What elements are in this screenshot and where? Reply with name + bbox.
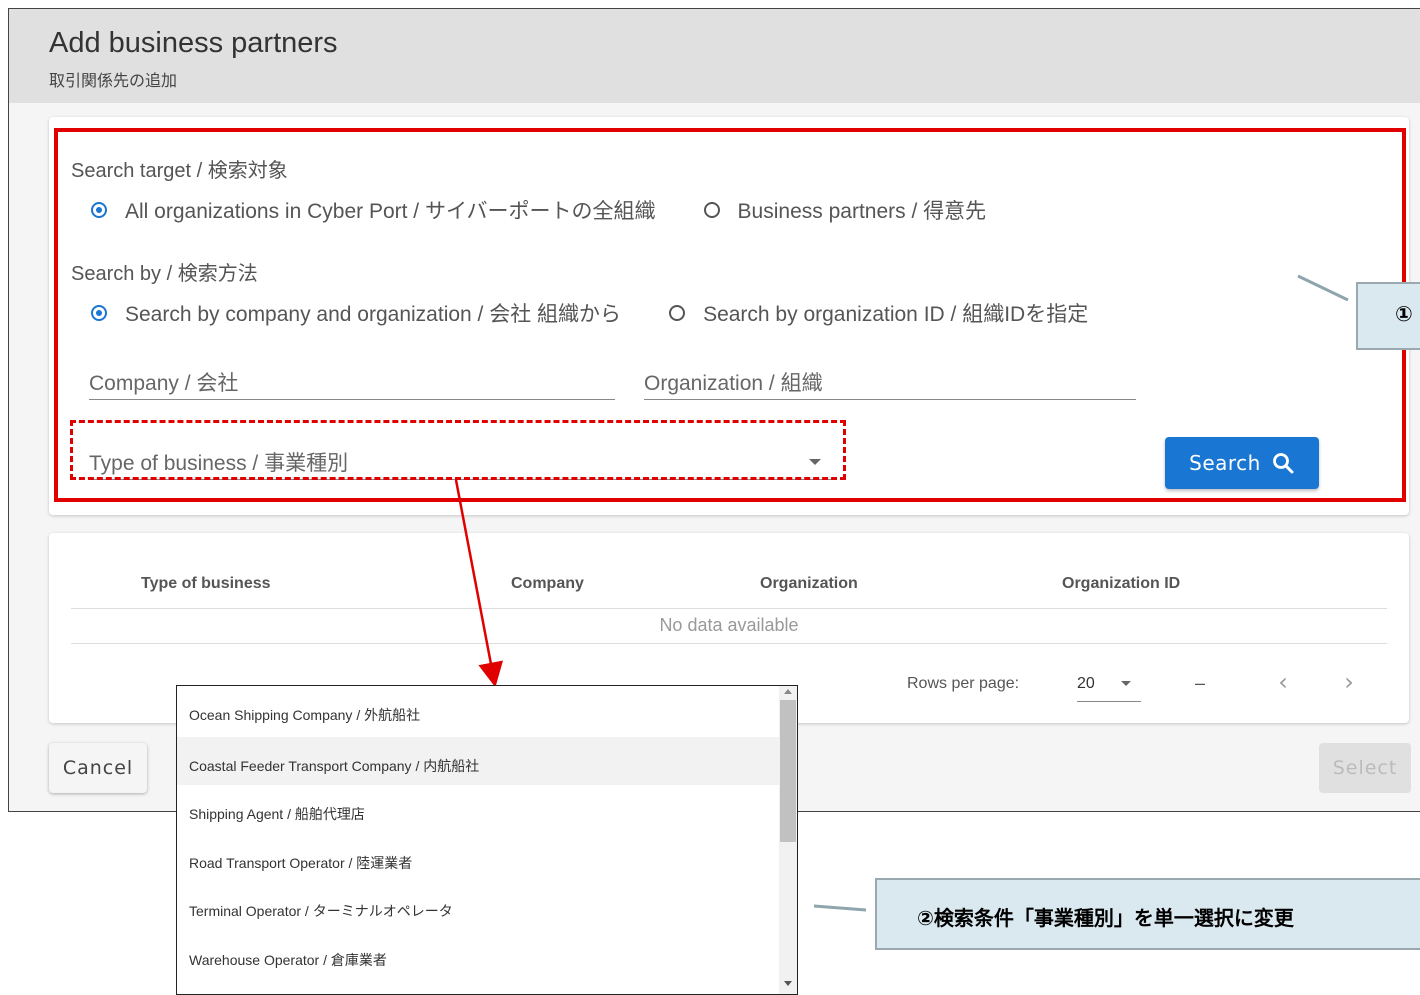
dropdown-item-ocean-shipping[interactable]: Ocean Shipping Company / 外航船社 <box>177 686 781 734</box>
dropdown-item-road-transport[interactable]: Road Transport Operator / 陸運業者 <box>177 834 781 882</box>
dropdown-item-coastal-feeder[interactable]: Coastal Feeder Transport Company / 内航船社 <box>177 737 781 785</box>
callout2-leader <box>813 904 867 912</box>
dropdown-item-terminal-operator[interactable]: Terminal Operator / ターミナルオペレータ <box>177 882 781 930</box>
business-type-dropdown-menu: Ocean Shipping Company / 外航船社 Coastal Fe… <box>176 685 798 995</box>
header-divider <box>71 608 1387 609</box>
table-divider <box>71 643 1387 644</box>
annotation-callout-1: ① <box>1356 282 1420 350</box>
dropdown-item-shipping-agent[interactable]: Shipping Agent / 船舶代理店 <box>177 785 781 833</box>
cancel-button[interactable]: Cancel <box>49 743 147 793</box>
rows-per-page-value: 20 <box>1077 675 1095 692</box>
dialog-subtitle: 取引関係先の追加 <box>49 73 178 90</box>
dialog-title: Add business partners <box>49 27 338 59</box>
rows-per-page-label: Rows per page: <box>907 675 1020 692</box>
chevron-down-icon <box>1121 681 1131 686</box>
scroll-up-arrow-icon[interactable] <box>784 689 792 694</box>
empty-table-message: No data available <box>659 615 799 635</box>
page-range: – <box>1195 673 1206 693</box>
dropdown-item-warehouse-operator[interactable]: Warehouse Operator / 倉庫業者 <box>177 931 781 979</box>
dropdown-scrollbar[interactable] <box>779 686 797 994</box>
column-header-organization[interactable]: Organization <box>760 575 858 593</box>
prev-page-button[interactable]: ‹ <box>1269 667 1297 699</box>
column-header-type-of-business[interactable]: Type of business <box>141 575 271 593</box>
scrollbar-thumb[interactable] <box>780 700 796 842</box>
column-header-company[interactable]: Company <box>511 575 584 593</box>
annotation-callout-2: ②検索条件「事業種別」を単一選択に変更 <box>875 878 1420 950</box>
dialog-header: Add business partners 取引関係先の追加 <box>9 9 1420 103</box>
next-page-button[interactable]: › <box>1335 667 1363 699</box>
scroll-down-arrow-icon[interactable] <box>784 981 792 986</box>
column-header-organization-id[interactable]: Organization ID <box>1062 575 1180 593</box>
rows-per-page-select[interactable]: 20 <box>1077 667 1141 702</box>
business-type-highlight <box>70 420 846 480</box>
select-button[interactable]: Select <box>1319 743 1411 793</box>
